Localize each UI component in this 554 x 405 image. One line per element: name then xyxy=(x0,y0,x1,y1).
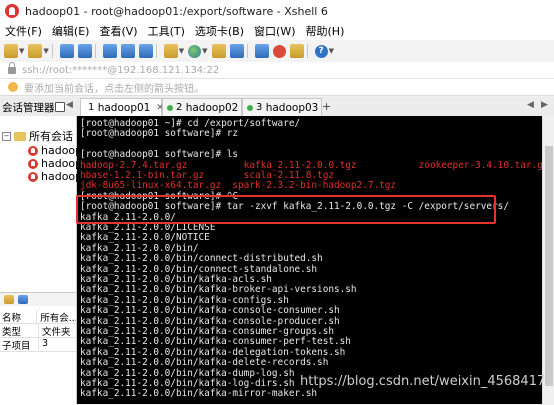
list-icon[interactable] xyxy=(18,295,28,304)
xshell-app-icon xyxy=(5,4,19,18)
menu-help[interactable]: 帮助(H) xyxy=(301,23,350,39)
status-dot-icon xyxy=(247,104,253,111)
properties-panel: 名称 所有会... 类型 文件夹 子项目 3 xyxy=(0,292,76,405)
tree-item-session[interactable]: hadoop xyxy=(28,144,82,157)
tab-number: 2 xyxy=(176,102,183,113)
terminal-line: kafka_2.11-2.0.0/bin/kafka-mirror-maker.… xyxy=(80,388,318,400)
address-text: ssh://root:*******@192.168.121.134:22 xyxy=(22,64,220,76)
property-row: 类型 文件夹 xyxy=(0,324,76,338)
lock-icon xyxy=(8,61,16,74)
reconnect-icon[interactable] xyxy=(59,44,74,58)
compose-icon[interactable] xyxy=(289,44,304,58)
tab-number: 1 xyxy=(88,102,95,113)
chevron-down-icon[interactable]: ▼ xyxy=(202,47,207,55)
title-bar: hadoop01 - root@hadoop01:/export/softwar… xyxy=(0,0,554,22)
tab-label: hadoop03 xyxy=(265,101,319,114)
menu-window[interactable]: 窗口(W) xyxy=(249,23,300,39)
menu-view[interactable]: 查看(V) xyxy=(94,23,142,39)
chevron-down-icon[interactable]: ▼ xyxy=(179,47,184,55)
tab-hadoop01[interactable]: 1 hadoop01 ✕ xyxy=(80,98,164,116)
tab-scroll-right-icon[interactable]: ▶ xyxy=(541,100,548,110)
session-manager-title: 会话管理器 xyxy=(2,102,55,114)
session-icon xyxy=(28,158,38,169)
window-title: hadoop01 - root@hadoop01:/export/softwar… xyxy=(25,4,328,18)
status-dot-icon xyxy=(167,104,173,111)
terminal-line: [root@hadoop01 software]# rz xyxy=(80,128,239,140)
properties-toolbar xyxy=(0,293,76,306)
property-key: 子项目 xyxy=(0,338,39,351)
tab-row: 会话管理器 ◀ 1 hadoop01 ✕ 2 hadoop02 3 hadoop… xyxy=(0,97,554,116)
scrollbar-thumb[interactable] xyxy=(545,146,553,386)
toolbar-divider xyxy=(306,44,308,58)
tree-item-label: hadoop xyxy=(41,144,83,157)
folder-icon xyxy=(14,131,26,141)
lock-toolbar-icon[interactable] xyxy=(211,44,226,58)
xftp-icon[interactable] xyxy=(254,44,269,58)
new-session-icon[interactable] xyxy=(4,44,18,58)
toolbar-divider xyxy=(51,44,53,58)
hint-bulb-icon xyxy=(8,82,18,92)
toolbar-divider xyxy=(246,44,248,58)
menu-edit[interactable]: 编辑(E) xyxy=(47,23,95,39)
chevron-down-icon[interactable]: ▼ xyxy=(19,47,24,55)
disconnect-icon[interactable] xyxy=(77,44,92,58)
address-bar[interactable]: ssh://root:*******@192.168.121.134:22 xyxy=(0,61,554,79)
add-tab-button[interactable]: + xyxy=(322,100,331,113)
watermark: https://blog.csdn.net/weixin_45684171 xyxy=(300,374,554,389)
red-circle-icon[interactable] xyxy=(272,44,286,58)
chevron-down-icon[interactable]: ▼ xyxy=(43,47,48,55)
menu-tabs[interactable]: 选项卡(B) xyxy=(190,23,249,39)
terminal-scrollbar[interactable] xyxy=(542,116,554,404)
menu-tools[interactable]: 工具(T) xyxy=(143,23,190,39)
toolbar-divider xyxy=(94,44,96,58)
hint-text: 要添加当前会话，点击左侧的箭头按钮。 xyxy=(24,83,204,95)
tab-scroll-left-icon[interactable]: ◀ xyxy=(527,100,534,110)
tab-hadoop02[interactable]: 2 hadoop02 xyxy=(162,98,242,116)
property-value: 3 xyxy=(42,338,49,349)
sort-icon[interactable] xyxy=(4,295,14,304)
tab-label: hadoop02 xyxy=(185,101,239,114)
tree-item-session[interactable]: hadoop xyxy=(28,170,82,183)
toolbar-divider xyxy=(155,44,157,58)
property-key: 名称 xyxy=(0,310,38,323)
open-folder-icon[interactable] xyxy=(28,44,43,58)
highlight-box xyxy=(76,195,496,224)
pin-icon[interactable] xyxy=(55,102,65,112)
tree-root-label: 所有会话 xyxy=(29,130,73,143)
tree-item-label: hadoop xyxy=(41,170,83,183)
tab-scroll-left-icon[interactable]: ◀ xyxy=(66,100,73,110)
tab-hadoop03[interactable]: 3 hadoop03 xyxy=(242,98,322,116)
session-icon xyxy=(28,145,38,156)
find-icon[interactable] xyxy=(138,44,153,58)
tab-label: hadoop01 xyxy=(97,101,151,114)
toolbar: ▼ ▼ ▼ ▼ ? ▼ xyxy=(0,40,554,63)
font-icon[interactable] xyxy=(163,44,178,58)
property-value: 所有会... xyxy=(40,313,76,323)
globe-icon[interactable] xyxy=(188,44,202,58)
property-row: 名称 所有会... xyxy=(0,310,76,324)
tree-root[interactable]: − 所有会话 xyxy=(2,128,73,144)
menu-file[interactable]: 文件(F) xyxy=(0,23,47,39)
chevron-down-icon[interactable]: ▼ xyxy=(329,47,334,55)
menu-bar: 文件(F) 编辑(E) 查看(V) 工具(T) 选项卡(B) 窗口(W) 帮助(… xyxy=(0,22,554,40)
tab-number: 3 xyxy=(256,102,263,113)
collapse-icon[interactable]: − xyxy=(2,131,11,141)
copy-icon[interactable] xyxy=(102,44,117,58)
session-icon xyxy=(28,171,38,182)
property-value: 文件夹 xyxy=(42,327,71,337)
paste-icon[interactable] xyxy=(120,44,135,58)
property-row: 子项目 3 xyxy=(0,338,76,352)
keyboard-icon[interactable] xyxy=(229,44,244,58)
hint-bar: 要添加当前会话，点击左侧的箭头按钮。 xyxy=(0,79,554,96)
property-key: 类型 xyxy=(0,324,39,337)
tree-item-session[interactable]: hadoop xyxy=(28,157,82,170)
terminal[interactable]: [root@hadoop01 ~]# cd /export/software/ … xyxy=(77,116,542,404)
tree-item-label: hadoop xyxy=(41,157,83,170)
help-icon[interactable]: ? xyxy=(314,44,328,58)
